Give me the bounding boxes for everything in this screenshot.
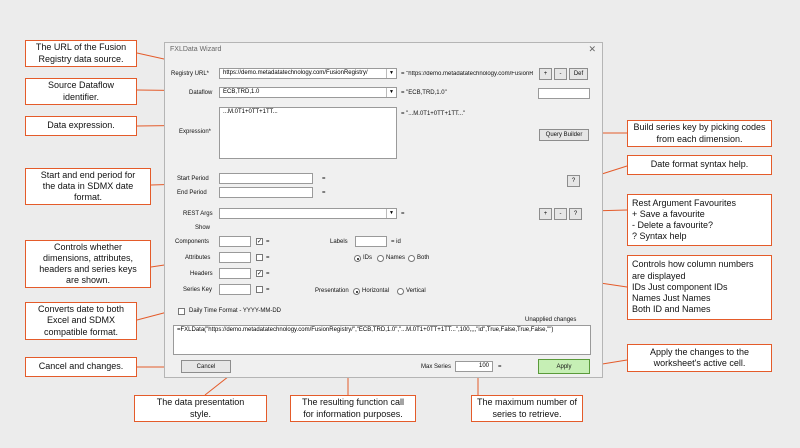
registry-url-label: Registry URL* bbox=[171, 71, 210, 77]
dataflow-extra-field[interactable] bbox=[538, 88, 590, 99]
callout-url: The URL of the Fusion Registry data sour… bbox=[25, 40, 137, 67]
components-label: Components bbox=[175, 239, 210, 245]
components-echo: = bbox=[266, 239, 270, 245]
expression-label: Expression* bbox=[179, 129, 212, 135]
apply-button[interactable]: Apply bbox=[538, 359, 590, 374]
registry-add-button[interactable]: + bbox=[539, 68, 552, 80]
headers-label: Headers bbox=[190, 271, 213, 277]
series-key-echo: = bbox=[266, 287, 270, 293]
attributes-echo: = bbox=[266, 255, 270, 261]
rest-args-echo: = bbox=[401, 211, 405, 217]
end-period-input[interactable] bbox=[219, 187, 313, 198]
labels-names-radio[interactable] bbox=[377, 255, 384, 262]
registry-remove-button[interactable]: - bbox=[554, 68, 567, 80]
dropdown-arrow-icon[interactable]: ▼ bbox=[386, 69, 396, 78]
components-input[interactable] bbox=[219, 236, 251, 247]
callout-dataflow: Source Dataflow identifier. bbox=[25, 78, 137, 105]
labels-ids-radio[interactable] bbox=[354, 255, 361, 262]
dropdown-arrow-icon[interactable]: ▼ bbox=[386, 88, 396, 97]
rest-args-combo[interactable]: ▼ bbox=[219, 208, 397, 219]
start-period-input[interactable] bbox=[219, 173, 313, 184]
components-checkbox[interactable]: ✓ bbox=[256, 238, 263, 245]
labels-echo: = id bbox=[391, 239, 401, 245]
callout-controls: Controls whether dimensions, attributes,… bbox=[25, 240, 151, 288]
daily-time-format-label: Daily Time Format - YYYY-MM-DD bbox=[189, 308, 282, 314]
expression-echo: = "...M.0T1+0TT+1TT..." bbox=[401, 111, 466, 117]
canvas: The URL of the Fusion Registry data sour… bbox=[0, 0, 800, 448]
rest-help-button[interactable]: ? bbox=[569, 208, 582, 220]
labels-names-label: Names bbox=[386, 255, 406, 261]
labels-label: Labels bbox=[330, 239, 348, 245]
registry-url-echo: = "https://demo.metadatatechnology.com/F… bbox=[401, 71, 533, 77]
dataflow-value: ECB,TRD,1.0 bbox=[223, 89, 260, 95]
presentation-horizontal-radio[interactable] bbox=[353, 288, 360, 295]
labels-ids-label: IDs bbox=[363, 255, 372, 261]
headers-input[interactable] bbox=[219, 268, 251, 279]
rest-delete-favourite-button[interactable]: - bbox=[554, 208, 567, 220]
callout-formula: The resulting function call for informat… bbox=[290, 395, 416, 422]
headers-checkbox[interactable]: ✓ bbox=[256, 270, 263, 277]
registry-url-combo[interactable]: https://demo.metadatatechnology.com/Fusi… bbox=[219, 68, 397, 79]
end-period-echo: = bbox=[322, 190, 326, 196]
formula-output: =FXLData("https://demo.metadatatechnolog… bbox=[173, 325, 591, 355]
max-series-echo: = bbox=[498, 364, 502, 370]
rest-args-label: REST Args bbox=[183, 211, 213, 217]
start-period-label: Start Period bbox=[177, 176, 209, 182]
labels-both-radio[interactable] bbox=[408, 255, 415, 262]
callout-columns: Controls how column numbers are displaye… bbox=[627, 255, 772, 320]
formula-text: =FXLData("https://demo.metadatatechnolog… bbox=[177, 327, 554, 333]
series-key-label: Series Key bbox=[183, 287, 213, 293]
expression-value: ...M.0T1+0TT+1TT... bbox=[223, 109, 278, 115]
callout-max-series: The maximum number of series to retrieve… bbox=[471, 395, 583, 422]
start-period-echo: = bbox=[322, 176, 326, 182]
series-key-input[interactable] bbox=[219, 284, 251, 295]
max-series-input[interactable]: 100 bbox=[455, 361, 493, 372]
fxldata-wizard-dialog: FXLData Wizard ✕ Registry URL* https://d… bbox=[164, 42, 603, 378]
presentation-horizontal-label: Horizontal bbox=[362, 288, 390, 294]
close-icon[interactable]: ✕ bbox=[588, 44, 596, 55]
cancel-button[interactable]: Cancel bbox=[181, 360, 231, 373]
callout-presentation: The data presentation style. bbox=[134, 395, 267, 422]
dataflow-echo: = "ECB,TRD,1.0" bbox=[401, 90, 447, 96]
rest-save-favourite-button[interactable]: + bbox=[539, 208, 552, 220]
callout-period: Start and end period for the data in SDM… bbox=[25, 168, 151, 205]
callout-cancel: Cancel and changes. bbox=[25, 357, 137, 377]
presentation-label: Presentation bbox=[315, 288, 349, 294]
callout-apply: Apply the changes to the worksheet's act… bbox=[627, 344, 772, 372]
series-key-checkbox[interactable] bbox=[256, 286, 263, 293]
attributes-label: Attributes bbox=[185, 255, 211, 261]
show-label: Show bbox=[195, 225, 211, 231]
registry-url-value: https://demo.metadatatechnology.com/Fusi… bbox=[223, 70, 368, 76]
registry-default-button[interactable]: Def bbox=[569, 68, 588, 80]
presentation-vertical-label: Vertical bbox=[406, 288, 426, 294]
callout-query-builder: Build series key by picking codes from e… bbox=[627, 120, 772, 147]
end-period-label: End Period bbox=[177, 190, 207, 196]
presentation-vertical-radio[interactable] bbox=[397, 288, 404, 295]
labels-input[interactable] bbox=[355, 236, 387, 247]
headers-echo: = bbox=[266, 271, 270, 277]
dataflow-combo[interactable]: ECB,TRD,1.0 ▼ bbox=[219, 87, 397, 98]
date-help-button[interactable]: ? bbox=[567, 175, 580, 187]
unapplied-changes-label: Unapplied changes bbox=[525, 317, 577, 323]
attributes-checkbox[interactable] bbox=[256, 254, 263, 261]
dataflow-label: Dataflow bbox=[189, 90, 213, 96]
window-title: FXLData Wizard bbox=[170, 46, 222, 53]
query-builder-button[interactable]: Query Builder bbox=[539, 129, 589, 141]
daily-time-format-checkbox[interactable] bbox=[178, 308, 185, 315]
dropdown-arrow-icon[interactable]: ▼ bbox=[386, 209, 396, 218]
max-series-label: Max Series bbox=[421, 364, 452, 370]
labels-both-label: Both bbox=[417, 255, 430, 261]
expression-textarea[interactable]: ...M.0T1+0TT+1TT... bbox=[219, 107, 397, 159]
callout-date-help: Date format syntax help. bbox=[627, 155, 772, 175]
callout-rest-favourites: Rest Argument Favourites + Save a favour… bbox=[627, 194, 772, 246]
callout-expression: Data expression. bbox=[25, 116, 137, 136]
attributes-input[interactable] bbox=[219, 252, 251, 263]
callout-converts: Converts date to both Excel and SDMX com… bbox=[25, 302, 137, 340]
